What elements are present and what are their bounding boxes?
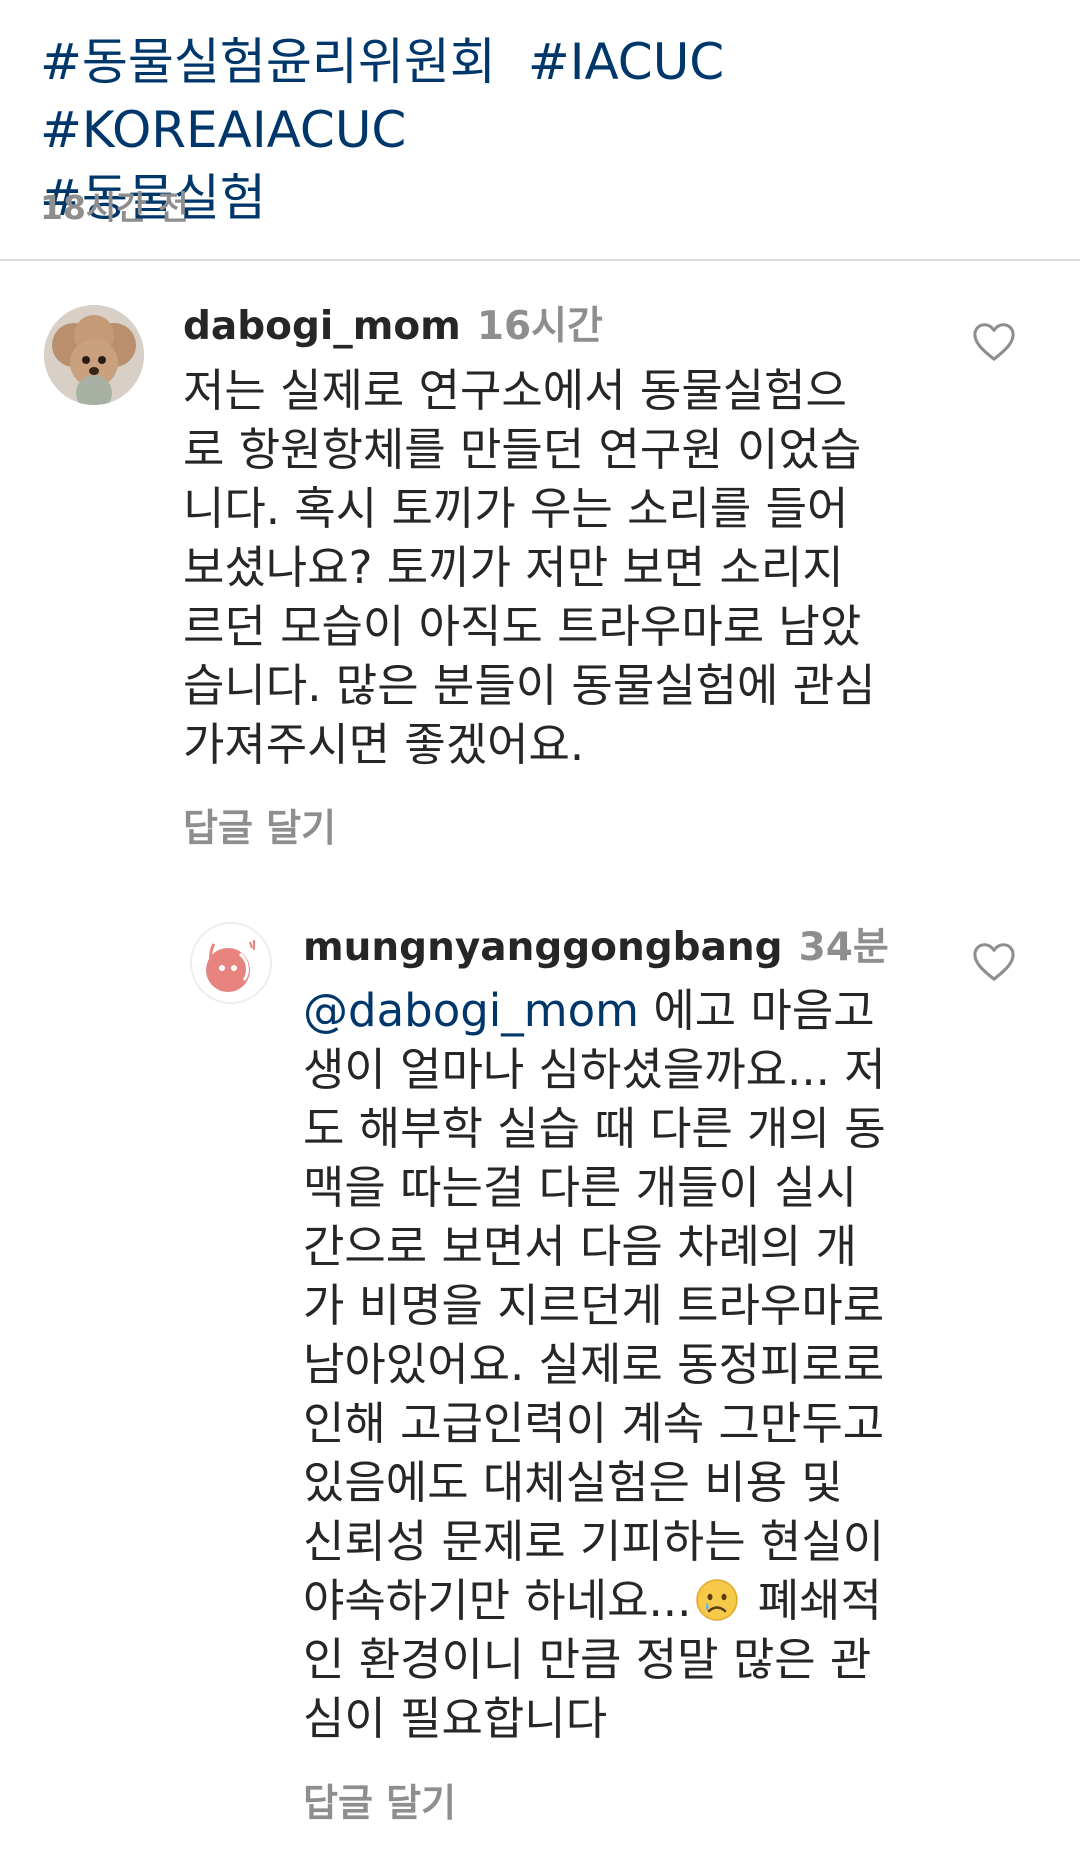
hashtag-link[interactable]: #동물실험윤리위원회 (40, 33, 496, 91)
comment-line: 르던 모습이 아직도 트라우마로 남았 (183, 600, 862, 653)
comment-line-text: 에고 마음고 (639, 984, 875, 1037)
reply-button[interactable]: 답글 달기 (183, 797, 336, 852)
mention-link[interactable]: @dabogi_mom (303, 984, 639, 1037)
comment-line: 니다. 혹시 토끼가 우는 소리를 들어 (183, 482, 849, 535)
comment-line: 인해 고급인력이 계속 그만두고 (303, 1397, 885, 1450)
comment-timestamp: 34분 (798, 925, 889, 970)
comment-line: 신뢰성 문제로 기피하는 현실이 (303, 1515, 885, 1568)
comment-line: 습니다. 많은 분들이 동물실험에 관심 (183, 659, 876, 712)
comment-line: 가 비명을 지르던게 트라우마로 (303, 1279, 885, 1332)
comment-line: 남아있어요. 실제로 동정피로로 (303, 1338, 885, 1391)
comment-line: 심이 필요합니다 (303, 1692, 608, 1745)
comment-line: 맥을 따는걸 다른 개들이 실시 (303, 1161, 858, 1214)
comment-line: 저는 실제로 연구소에서 동물실험으 (183, 364, 847, 417)
comment-header: mungnyanggongbang 34분 (303, 916, 889, 972)
comment-line: 로 항원항체를 만들던 연구원 이었습 (183, 423, 862, 476)
comment-line: 야속하기만 하네요... 폐쇄적 (303, 1571, 886, 1630)
avatar[interactable] (44, 305, 144, 405)
comment-line: 간으로 보면서 다음 차례의 개 (303, 1220, 858, 1273)
poodle-dog-avatar (44, 305, 144, 405)
comment-line-text: 야속하기만 하네요... (303, 1574, 692, 1627)
comment-username[interactable]: mungnyanggongbang (303, 925, 783, 970)
divider (0, 259, 1080, 261)
comment-line: 도 해부학 실습 때 다른 개의 동 (303, 1102, 886, 1155)
comment-text: 저는 실제로 연구소에서 동물실험으 로 항원항체를 만들던 연구원 이었습 니… (183, 361, 876, 774)
comment-line-text: 폐쇄적 (743, 1574, 882, 1627)
comment-line: 인 환경이니 만큼 정말 많은 관 (303, 1633, 872, 1686)
reply-button[interactable]: 답글 달기 (303, 1772, 456, 1827)
comment-username[interactable]: dabogi_mom (183, 304, 461, 349)
hashtag-link[interactable]: #KOREAIACUC (40, 101, 406, 159)
comment-line: 있음에도 대체실험은 비용 및 (303, 1456, 843, 1509)
comment-header: dabogi_mom 16시간 (183, 295, 603, 351)
comment-timestamp: 16시간 (476, 304, 603, 349)
comment-line: 생이 얼마나 심하셨을까요... 저 (303, 1043, 886, 1096)
hashtag-link[interactable]: #IACUC (528, 33, 724, 91)
caption-hashtags: #동물실험윤리위원회 #IACUC #KOREAIACUC #동물실험 (40, 28, 1050, 232)
crying-face-emoji (696, 1579, 739, 1621)
comment-line: @dabogi_mom 에고 마음고 (303, 981, 886, 1040)
mungnyang-logo-avatar (192, 924, 270, 1002)
avatar[interactable] (190, 922, 272, 1004)
comment-text: @dabogi_mom 에고 마음고 생이 얼마나 심하셨을까요... 저 도 … (303, 981, 886, 1748)
heart-outline-icon[interactable] (971, 320, 1017, 362)
caption-timestamp: 18시간 전 (40, 188, 189, 227)
instagram-comments-screen: #동물실험윤리위원회 #IACUC #KOREAIACUC #동물실험 18시간… (0, 0, 1080, 1851)
heart-outline-icon[interactable] (971, 940, 1017, 982)
comment-line: 가져주시면 좋겠어요. (183, 718, 585, 771)
comment-line: 보셨나요? 토끼가 저만 보면 소리지 (183, 541, 844, 594)
